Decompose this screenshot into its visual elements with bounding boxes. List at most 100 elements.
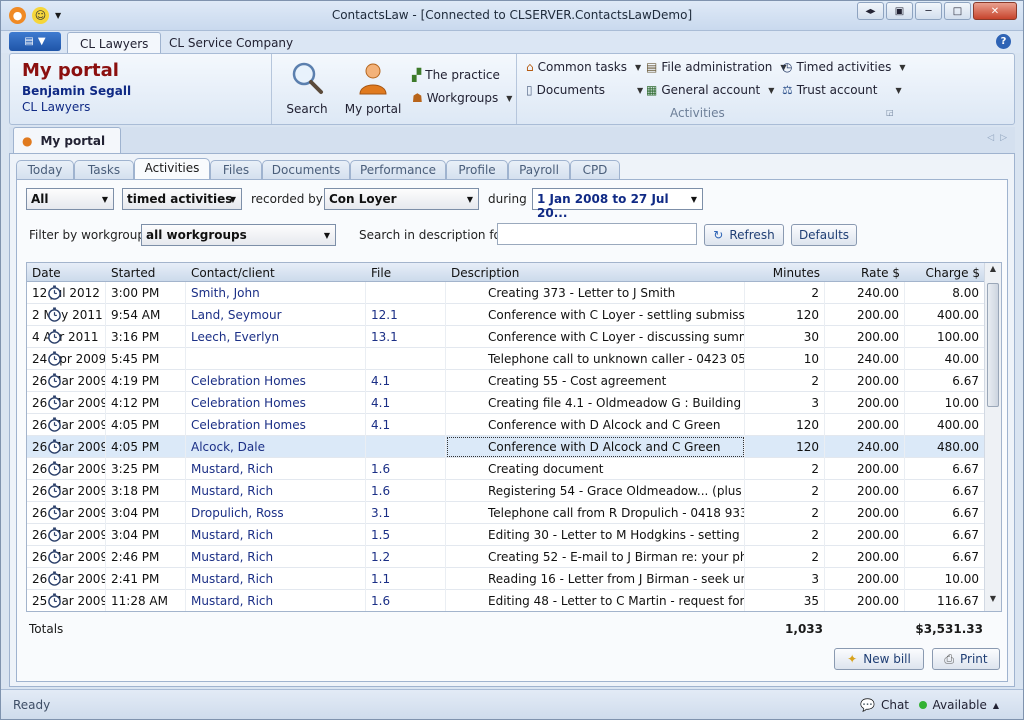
cell-file[interactable]: 12.1	[366, 304, 446, 326]
maximize-button[interactable]: □	[944, 2, 971, 20]
layout-toggle-button[interactable]: ◂▸	[857, 2, 884, 20]
cell-contact[interactable]	[186, 348, 366, 370]
cell-contact[interactable]: Alcock, Dale	[186, 436, 366, 458]
file-administration-button[interactable]: ▤ File administration ▼	[646, 60, 787, 74]
minimize-button[interactable]: ─	[915, 2, 942, 20]
tab-left-arrow-icon[interactable]: ◁	[987, 133, 994, 143]
cell-contact[interactable]: Mustard, Rich	[186, 458, 366, 480]
subtab-payroll[interactable]: Payroll	[508, 160, 570, 180]
workgroups-button[interactable]: ☗ Workgroups ▼	[412, 91, 512, 105]
column-header-contact[interactable]: Contact/client	[186, 263, 366, 282]
scroll-up-icon[interactable]: ▲	[985, 264, 1001, 280]
new-bill-button[interactable]: ✦ New bill	[834, 648, 924, 670]
table-scrollbar[interactable]: ▲ ▼	[984, 263, 1001, 611]
scroll-down-icon[interactable]: ▼	[985, 594, 1001, 610]
availability-button[interactable]: Available ▲	[918, 698, 999, 712]
ribbon-tab-cl-service-company[interactable]: CL Service Company	[157, 32, 305, 53]
cell-contact[interactable]: Land, Seymour	[186, 304, 366, 326]
timed-activities-button[interactable]: ◷ Timed activities ▼	[782, 60, 906, 74]
ribbon-tab-cl-lawyers[interactable]: CL Lawyers	[67, 32, 162, 53]
application-menu-button[interactable]: ▤ ▼	[9, 32, 61, 51]
cell-contact[interactable]: Mustard, Rich	[186, 568, 366, 590]
cell-contact[interactable]: Celebration Homes	[186, 414, 366, 436]
column-header-description[interactable]: Description	[446, 263, 745, 282]
recorded-by-select[interactable]: Con Loyer ▼	[324, 188, 479, 210]
cell-file[interactable]: 1.1	[366, 568, 446, 590]
general-account-button[interactable]: ▦ General account ▼	[646, 83, 774, 97]
column-header-date[interactable]: Date	[27, 263, 106, 282]
cell-file[interactable]	[366, 348, 446, 370]
table-row[interactable]: 26 Mar 2009 2:46 PM Mustard, Rich 1.2 Creati…	[27, 546, 985, 568]
table-row[interactable]: 26 Mar 2009 3:25 PM Mustard, Rich 1.6 Creati…	[27, 458, 985, 480]
trust-account-button[interactable]: ⚖ Trust account ▼	[782, 83, 902, 97]
cell-contact[interactable]: Mustard, Rich	[186, 590, 366, 611]
cell-file[interactable]: 4.1	[366, 392, 446, 414]
cell-contact[interactable]: Dropulich, Ross	[186, 502, 366, 524]
search-button[interactable]: Search	[280, 58, 334, 120]
my-portal-button[interactable]: My portal	[344, 58, 402, 120]
cell-file[interactable]: 1.6	[366, 590, 446, 611]
cell-file[interactable]: 3.1	[366, 502, 446, 524]
table-row[interactable]: 26 Mar 2009 4:05 PM Celebration Homes 4.1 Co…	[27, 414, 985, 436]
scope-select[interactable]: All ▼	[26, 188, 114, 210]
cell-contact[interactable]: Mustard, Rich	[186, 546, 366, 568]
subtab-documents[interactable]: Documents	[262, 160, 350, 180]
table-row[interactable]: 12 Jul 2012 3:00 PM Smith, John Creating 37…	[27, 282, 985, 304]
cell-file[interactable]	[366, 436, 446, 458]
group-launcher-icon[interactable]: ◲	[886, 108, 894, 117]
subtab-files[interactable]: Files	[210, 160, 262, 180]
tab-right-arrow-icon[interactable]: ▷	[1000, 133, 1007, 143]
subtab-activities[interactable]: Activities	[134, 158, 210, 181]
cell-file[interactable]: 4.1	[366, 370, 446, 392]
subtab-performance[interactable]: Performance	[350, 160, 446, 180]
table-row[interactable]: 26 Mar 2009 2:41 PM Mustard, Rich 1.1 Readin…	[27, 568, 985, 590]
subtab-today[interactable]: Today	[16, 160, 74, 180]
subtab-profile[interactable]: Profile	[446, 160, 508, 180]
cell-file[interactable]: 1.2	[366, 546, 446, 568]
refresh-button[interactable]: ↻ Refresh	[704, 224, 784, 246]
column-header-started[interactable]: Started	[106, 263, 186, 282]
the-practice-button[interactable]: ▞ The practice	[412, 68, 500, 82]
column-header-charge[interactable]: Charge $	[905, 263, 985, 282]
subtab-tasks[interactable]: Tasks	[74, 160, 134, 180]
cell-contact[interactable]: Mustard, Rich	[186, 480, 366, 502]
table-row[interactable]: 26 Mar 2009 3:04 PM Mustard, Rich 1.5 Editin…	[27, 524, 985, 546]
cell-contact[interactable]: Mustard, Rich	[186, 524, 366, 546]
search-description-input[interactable]	[497, 223, 697, 245]
scrollbar-thumb[interactable]	[987, 283, 999, 407]
cell-contact[interactable]: Celebration Homes	[186, 392, 366, 414]
table-row[interactable]: 2 May 2011 9:54 AM Land, Seymour 12.1 Confer…	[27, 304, 985, 326]
table-row[interactable]: 24 Apr 2009 5:45 PM Telephone call to unkn…	[27, 348, 985, 370]
cell-file[interactable]: 4.1	[366, 414, 446, 436]
document-tab-my-portal[interactable]: ● My portal	[13, 127, 121, 153]
column-header-minutes[interactable]: Minutes	[745, 263, 825, 282]
table-row[interactable]: 4 Apr 2011 3:16 PM Leech, Everlyn 13.1 Confe…	[27, 326, 985, 348]
common-tasks-button[interactable]: ⌂ Common tasks ▼	[526, 60, 641, 74]
workgroup-select[interactable]: all workgroups ▼	[141, 224, 336, 246]
table-row[interactable]: 26 Mar 2009 4:12 PM Celebration Homes 4.1 Cr…	[27, 392, 985, 414]
close-button[interactable]: ✕	[973, 2, 1017, 20]
cell-file[interactable]: 1.6	[366, 458, 446, 480]
cell-file[interactable]	[366, 282, 446, 304]
cell-file[interactable]: 1.5	[366, 524, 446, 546]
cell-contact[interactable]: Celebration Homes	[186, 370, 366, 392]
subtab-cpd[interactable]: CPD	[570, 160, 620, 180]
activity-type-select[interactable]: timed activities ▼	[122, 188, 242, 210]
help-icon[interactable]: ?	[996, 34, 1011, 49]
table-row[interactable]: 26 Mar 2009 4:19 PM Celebration Homes 4.1 Cr…	[27, 370, 985, 392]
cell-file[interactable]: 1.6	[366, 480, 446, 502]
restore-panel-button[interactable]: ▣	[886, 2, 913, 20]
table-row[interactable]: 26 Mar 2009 3:18 PM Mustard, Rich 1.6 Regist…	[27, 480, 985, 502]
documents-button[interactable]: ▯ Documents ▼	[526, 83, 643, 97]
column-header-rate[interactable]: Rate $	[825, 263, 905, 282]
cell-contact[interactable]: Smith, John	[186, 282, 366, 304]
table-row[interactable]: 26 Mar 2009 4:05 PM Alcock, Dale Conference…	[27, 436, 985, 458]
cell-file[interactable]: 13.1	[366, 326, 446, 348]
table-row[interactable]: 25 Mar 2009 11:28 AM Mustard, Rich 1.6 Editi…	[27, 590, 985, 611]
date-range-select[interactable]: 1 Jan 2008 to 27 Jul 20... ▼	[532, 188, 703, 220]
print-button[interactable]: ⎙ Print	[932, 648, 1000, 670]
table-row[interactable]: 26 Mar 2009 3:04 PM Dropulich, Ross 3.1 Tele…	[27, 502, 985, 524]
defaults-button[interactable]: Defaults	[791, 224, 857, 246]
cell-contact[interactable]: Leech, Everlyn	[186, 326, 366, 348]
column-header-file[interactable]: File	[366, 263, 446, 282]
